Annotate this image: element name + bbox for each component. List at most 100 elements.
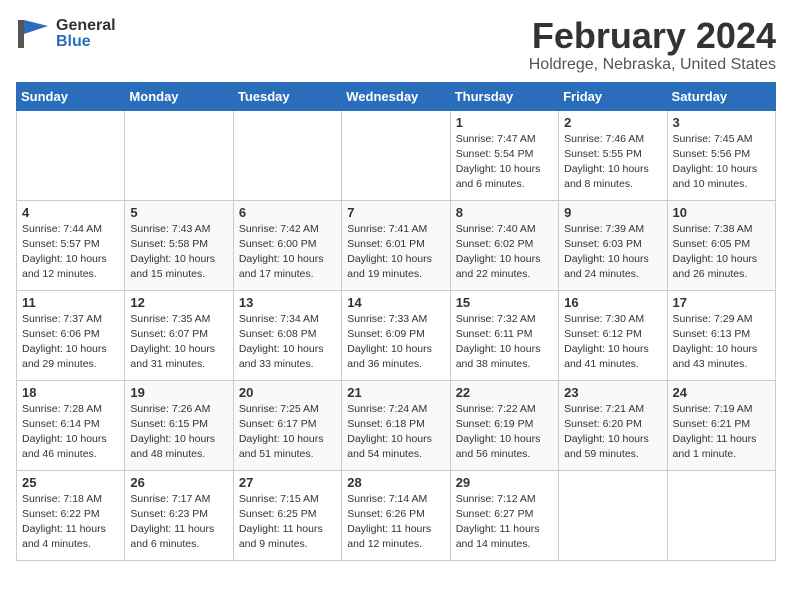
day-number: 22 xyxy=(456,385,553,400)
day-header-tuesday: Tuesday xyxy=(233,82,341,110)
day-number: 17 xyxy=(673,295,770,310)
day-info-text: Sunrise: 7:12 AM Sunset: 6:27 PM Dayligh… xyxy=(456,492,553,553)
day-number: 4 xyxy=(22,205,119,220)
page-header: General Blue February 2024 Holdrege, Neb… xyxy=(16,16,776,74)
calendar-cell xyxy=(233,110,341,200)
calendar-title-area: February 2024 Holdrege, Nebraska, United… xyxy=(529,16,776,74)
day-number: 27 xyxy=(239,475,336,490)
day-info-text: Sunrise: 7:42 AM Sunset: 6:00 PM Dayligh… xyxy=(239,222,336,283)
calendar-cell: 17Sunrise: 7:29 AM Sunset: 6:13 PM Dayli… xyxy=(667,290,775,380)
day-info-text: Sunrise: 7:41 AM Sunset: 6:01 PM Dayligh… xyxy=(347,222,444,283)
calendar-cell: 28Sunrise: 7:14 AM Sunset: 6:26 PM Dayli… xyxy=(342,470,450,560)
calendar-cell: 20 Sunrise: 7:25 AM Sunset: 6:17 PM Dayli… xyxy=(233,380,341,470)
calendar-cell: 19 Sunrise: 7:26 AM Sunset: 6:15 PM Dayli… xyxy=(125,380,233,470)
day-info-text: Sunrise: 7:25 AM Sunset: 6:17 PM Dayligh… xyxy=(239,402,336,463)
calendar-cell: 25 Sunrise: 7:18 AM Sunset: 6:22 PM Dayli… xyxy=(17,470,125,560)
day-info-text: Sunrise: 7:30 AM Sunset: 6:12 PM Dayligh… xyxy=(564,312,661,373)
day-info-text: Sunrise: 7:24 AM Sunset: 6:18 PM Dayligh… xyxy=(347,402,444,463)
calendar-cell: 29 Sunrise: 7:12 AM Sunset: 6:27 PM Dayli… xyxy=(450,470,558,560)
logo-blue-text: Blue xyxy=(56,34,116,50)
day-info-text: Sunrise: 7:28 AM Sunset: 6:14 PM Dayligh… xyxy=(22,402,119,463)
calendar-cell: 2Sunrise: 7:46 AM Sunset: 5:55 PM Daylig… xyxy=(559,110,667,200)
day-info-text: Sunrise: 7:26 AM Sunset: 6:15 PM Dayligh… xyxy=(130,402,227,463)
logo-icon xyxy=(16,16,52,52)
calendar-cell: 11Sunrise: 7:37 AM Sunset: 6:06 PM Dayli… xyxy=(17,290,125,380)
day-number: 28 xyxy=(347,475,444,490)
day-info-text: Sunrise: 7:45 AM Sunset: 5:56 PM Dayligh… xyxy=(673,132,770,193)
day-number: 7 xyxy=(347,205,444,220)
calendar-main-title: February 2024 xyxy=(529,16,776,56)
day-info-text: Sunrise: 7:21 AM Sunset: 6:20 PM Dayligh… xyxy=(564,402,661,463)
day-number: 18 xyxy=(22,385,119,400)
logo: General Blue xyxy=(16,16,116,52)
calendar-subtitle: Holdrege, Nebraska, United States xyxy=(529,56,776,74)
day-number: 10 xyxy=(673,205,770,220)
calendar-cell: 13Sunrise: 7:34 AM Sunset: 6:08 PM Dayli… xyxy=(233,290,341,380)
calendar-week-row: 4 Sunrise: 7:44 AM Sunset: 5:57 PM Daylig… xyxy=(17,200,776,290)
day-info-text: Sunrise: 7:33 AM Sunset: 6:09 PM Dayligh… xyxy=(347,312,444,373)
day-number: 9 xyxy=(564,205,661,220)
day-header-sunday: Sunday xyxy=(17,82,125,110)
calendar-cell: 23 Sunrise: 7:21 AM Sunset: 6:20 PM Dayli… xyxy=(559,380,667,470)
logo-text: General Blue xyxy=(56,18,116,50)
calendar-cell xyxy=(559,470,667,560)
calendar-cell: 22Sunrise: 7:22 AM Sunset: 6:19 PM Dayli… xyxy=(450,380,558,470)
day-number: 6 xyxy=(239,205,336,220)
day-header-saturday: Saturday xyxy=(667,82,775,110)
day-number: 15 xyxy=(456,295,553,310)
calendar-cell: 26 Sunrise: 7:17 AM Sunset: 6:23 PM Dayli… xyxy=(125,470,233,560)
day-number: 1 xyxy=(456,115,553,130)
logo-general-text: General xyxy=(56,18,116,34)
calendar-cell: 15Sunrise: 7:32 AM Sunset: 6:11 PM Dayli… xyxy=(450,290,558,380)
calendar-table: SundayMondayTuesdayWednesdayThursdayFrid… xyxy=(16,82,776,561)
calendar-week-row: 11Sunrise: 7:37 AM Sunset: 6:06 PM Dayli… xyxy=(17,290,776,380)
calendar-cell: 4 Sunrise: 7:44 AM Sunset: 5:57 PM Daylig… xyxy=(17,200,125,290)
day-info-text: Sunrise: 7:38 AM Sunset: 6:05 PM Dayligh… xyxy=(673,222,770,283)
day-number: 14 xyxy=(347,295,444,310)
calendar-cell: 6 Sunrise: 7:42 AM Sunset: 6:00 PM Daylig… xyxy=(233,200,341,290)
day-header-friday: Friday xyxy=(559,82,667,110)
calendar-cell xyxy=(342,110,450,200)
day-number: 3 xyxy=(673,115,770,130)
day-number: 25 xyxy=(22,475,119,490)
day-info-text: Sunrise: 7:40 AM Sunset: 6:02 PM Dayligh… xyxy=(456,222,553,283)
calendar-cell: 1 Sunrise: 7:47 AM Sunset: 5:54 PM Daylig… xyxy=(450,110,558,200)
calendar-cell: 9 Sunrise: 7:39 AM Sunset: 6:03 PM Daylig… xyxy=(559,200,667,290)
day-number: 2 xyxy=(564,115,661,130)
day-number: 23 xyxy=(564,385,661,400)
day-info-text: Sunrise: 7:15 AM Sunset: 6:25 PM Dayligh… xyxy=(239,492,336,553)
day-number: 16 xyxy=(564,295,661,310)
calendar-cell xyxy=(17,110,125,200)
calendar-cell: 14 Sunrise: 7:33 AM Sunset: 6:09 PM Dayli… xyxy=(342,290,450,380)
day-number: 19 xyxy=(130,385,227,400)
day-number: 8 xyxy=(456,205,553,220)
calendar-cell: 12Sunrise: 7:35 AM Sunset: 6:07 PM Dayli… xyxy=(125,290,233,380)
day-header-thursday: Thursday xyxy=(450,82,558,110)
day-header-wednesday: Wednesday xyxy=(342,82,450,110)
calendar-cell: 27 Sunrise: 7:15 AM Sunset: 6:25 PM Dayli… xyxy=(233,470,341,560)
calendar-cell xyxy=(667,470,775,560)
day-info-text: Sunrise: 7:47 AM Sunset: 5:54 PM Dayligh… xyxy=(456,132,553,193)
day-info-text: Sunrise: 7:18 AM Sunset: 6:22 PM Dayligh… xyxy=(22,492,119,553)
day-number: 5 xyxy=(130,205,227,220)
day-info-text: Sunrise: 7:17 AM Sunset: 6:23 PM Dayligh… xyxy=(130,492,227,553)
calendar-cell: 10 Sunrise: 7:38 AM Sunset: 6:05 PM Dayli… xyxy=(667,200,775,290)
day-info-text: Sunrise: 7:39 AM Sunset: 6:03 PM Dayligh… xyxy=(564,222,661,283)
calendar-cell xyxy=(125,110,233,200)
day-number: 26 xyxy=(130,475,227,490)
calendar-cell: 24Sunrise: 7:19 AM Sunset: 6:21 PM Dayli… xyxy=(667,380,775,470)
calendar-cell: 16 Sunrise: 7:30 AM Sunset: 6:12 PM Dayli… xyxy=(559,290,667,380)
day-info-text: Sunrise: 7:35 AM Sunset: 6:07 PM Dayligh… xyxy=(130,312,227,373)
calendar-week-row: 1 Sunrise: 7:47 AM Sunset: 5:54 PM Daylig… xyxy=(17,110,776,200)
day-number: 20 xyxy=(239,385,336,400)
calendar-cell: 5 Sunrise: 7:43 AM Sunset: 5:58 PM Daylig… xyxy=(125,200,233,290)
calendar-header-row: SundayMondayTuesdayWednesdayThursdayFrid… xyxy=(17,82,776,110)
day-info-text: Sunrise: 7:43 AM Sunset: 5:58 PM Dayligh… xyxy=(130,222,227,283)
day-number: 13 xyxy=(239,295,336,310)
calendar-cell: 18 Sunrise: 7:28 AM Sunset: 6:14 PM Dayli… xyxy=(17,380,125,470)
day-number: 29 xyxy=(456,475,553,490)
day-info-text: Sunrise: 7:19 AM Sunset: 6:21 PM Dayligh… xyxy=(673,402,770,463)
calendar-week-row: 25 Sunrise: 7:18 AM Sunset: 6:22 PM Dayli… xyxy=(17,470,776,560)
day-header-monday: Monday xyxy=(125,82,233,110)
day-info-text: Sunrise: 7:44 AM Sunset: 5:57 PM Dayligh… xyxy=(22,222,119,283)
